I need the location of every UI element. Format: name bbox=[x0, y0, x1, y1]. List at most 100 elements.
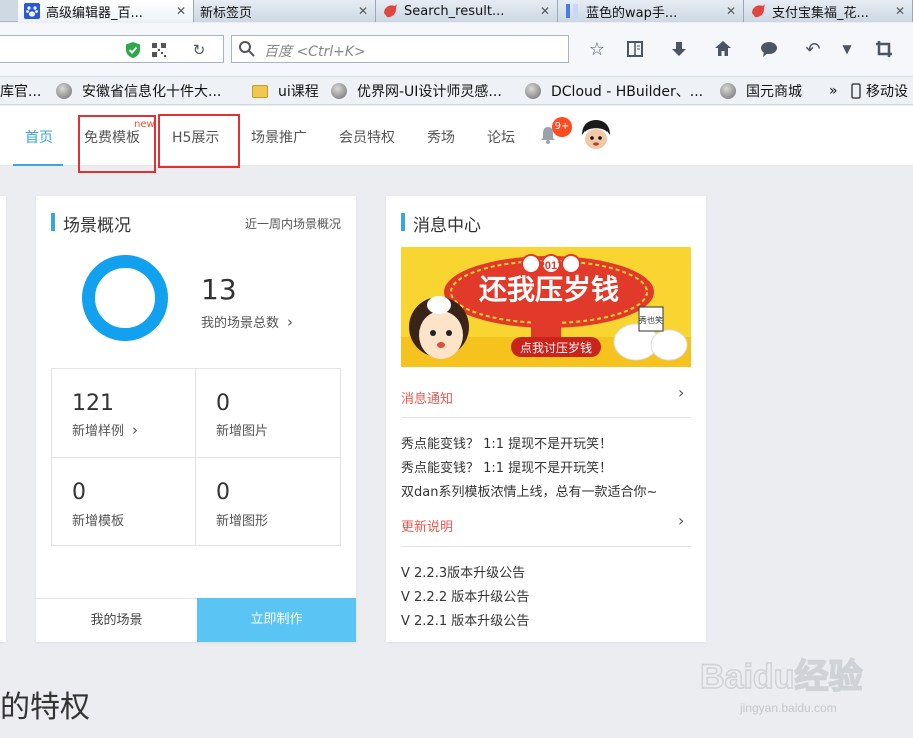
my-scenes-button[interactable]: 我的场景 bbox=[36, 598, 197, 642]
stat-value: 0 bbox=[216, 480, 230, 505]
dropdown-arrow-icon[interactable]: ▼ bbox=[835, 37, 859, 61]
bookmark-item[interactable]: 库官... bbox=[0, 81, 41, 101]
stat-value: 121 bbox=[72, 391, 114, 416]
bookmark-label: 安徽省信息化十件大... bbox=[82, 84, 222, 100]
overflow-chevron-icon: » bbox=[829, 83, 838, 99]
tab-title: 蓝色的wap手... bbox=[586, 5, 678, 21]
bookmarks-bar: 库官... 安徽省信息化十件大... ui课程 优界网-UI设计师灵感... D… bbox=[0, 77, 913, 105]
stat-label: 新增图形 bbox=[216, 514, 269, 529]
undo-icon[interactable]: ↶ bbox=[801, 37, 825, 61]
tab-close-icon[interactable]: ✕ bbox=[892, 4, 908, 18]
folder-icon bbox=[252, 84, 268, 98]
bookmark-item[interactable]: ui课程 bbox=[252, 81, 319, 101]
mobile-icon bbox=[851, 83, 861, 99]
bookmark-label: 优界网-UI设计师灵感... bbox=[357, 84, 502, 100]
search-input[interactable]: 百度 <Ctrl+K> bbox=[231, 35, 569, 63]
banner-tag: 秀也笑 bbox=[639, 315, 663, 325]
crop-icon[interactable] bbox=[872, 37, 896, 61]
browser-tab[interactable]: 支付宝集福_花... ✕ bbox=[744, 0, 913, 22]
tab-close-icon[interactable]: ✕ bbox=[173, 4, 189, 18]
browser-tab[interactable]: Search_result... ✕ bbox=[376, 0, 558, 22]
tab-title: 高级编辑器_百... bbox=[46, 5, 143, 21]
shield-check-icon[interactable] bbox=[124, 41, 142, 59]
total-scenes-link[interactable]: 我的场景总数 › bbox=[201, 312, 293, 331]
stat-label: 新增模板 bbox=[72, 514, 125, 529]
browser-tab[interactable]: 高级编辑器_百... ✕ bbox=[18, 0, 194, 22]
tab-close-icon[interactable]: ✕ bbox=[723, 4, 739, 18]
bookmark-item[interactable]: 安徽省信息化十件大... bbox=[56, 81, 221, 101]
globe-icon bbox=[56, 83, 72, 99]
divider bbox=[401, 417, 691, 418]
browser-tab[interactable]: 新标签页 ✕ bbox=[194, 0, 376, 22]
browser-tab[interactable]: 蓝色的wap手... ✕ bbox=[558, 0, 744, 22]
red-envelope-promo-image: 还我压岁钱 2017 点我讨压岁钱 秀也笑 bbox=[401, 247, 691, 367]
bookmark-overflow[interactable]: » bbox=[829, 81, 838, 101]
nav-scene-promotion[interactable]: 场景推广 bbox=[251, 127, 307, 147]
globe-icon bbox=[331, 83, 347, 99]
nav-home[interactable]: 首页 bbox=[25, 127, 53, 147]
stat-value: 0 bbox=[72, 480, 86, 505]
stat-label: 新增图片 bbox=[216, 424, 269, 439]
total-scenes-value: 13 bbox=[201, 273, 237, 306]
bookmark-label: DCloud - HBuilder、... bbox=[551, 84, 704, 100]
notice-item[interactable]: 秀点能变钱？ 1:1 提现不是开玩笑！ bbox=[401, 433, 612, 452]
star-icon[interactable]: ☆ bbox=[585, 37, 609, 61]
bookmark-label: 移动设 bbox=[866, 84, 908, 100]
scene-ring-chart bbox=[82, 255, 168, 341]
overview-title: 场景概况 bbox=[51, 211, 131, 236]
bookmark-label: 国元商城 bbox=[746, 84, 802, 100]
address-bar[interactable]: ↻ bbox=[0, 35, 224, 63]
chevron-right-icon[interactable]: › bbox=[678, 511, 684, 530]
qrcode-icon[interactable] bbox=[150, 41, 168, 59]
overview-subtitle: 近一周内场景概况 bbox=[245, 217, 342, 231]
create-now-button[interactable]: 立即制作 bbox=[197, 598, 356, 642]
bookmark-item[interactable]: 国元商城 bbox=[720, 81, 802, 101]
bookmark-label: 库官... bbox=[0, 84, 42, 100]
chevron-right-icon[interactable]: › bbox=[678, 383, 684, 402]
notice-header[interactable]: 消息通知 bbox=[401, 388, 453, 407]
chevron-right-icon: › bbox=[287, 313, 294, 331]
left-card-edge bbox=[0, 196, 6, 642]
watermark-brand: Baidu经验 bbox=[700, 657, 862, 696]
home-icon[interactable] bbox=[711, 37, 735, 61]
browser-toolbar: ↻ 百度 <Ctrl+K> ☆ ↶ ▼ bbox=[0, 23, 913, 77]
divider bbox=[52, 457, 340, 458]
baidu-jingyan-watermark: Baidu经验 jingyan.baidu.com bbox=[700, 656, 863, 715]
stat-label: 新增样例 bbox=[72, 424, 125, 439]
notification-badge: 9+ bbox=[552, 117, 572, 137]
nav-member-privileges[interactable]: 会员特权 bbox=[339, 127, 395, 147]
banner-headline: 还我压岁钱 bbox=[479, 274, 619, 305]
messages-title: 消息中心 bbox=[401, 211, 481, 236]
notice-item[interactable]: 秀点能变钱？ 1:1 提现不是开玩笑！ bbox=[401, 457, 612, 476]
stat-value: 0 bbox=[216, 391, 230, 416]
bookmark-item[interactable]: DCloud - HBuilder、... bbox=[525, 81, 703, 101]
tab-title: 新标签页 bbox=[200, 5, 253, 21]
notice-item[interactable]: 双dan系列模板浓情上线，总有一款适合你~ bbox=[401, 481, 657, 500]
highlight-box bbox=[78, 115, 156, 173]
avatar[interactable] bbox=[579, 118, 613, 152]
bookmark-item[interactable]: 优界网-UI设计师灵感... bbox=[331, 81, 502, 101]
update-header[interactable]: 更新说明 bbox=[401, 516, 453, 535]
update-item[interactable]: V 2.2.2 版本升级公告 bbox=[401, 586, 529, 605]
update-item[interactable]: V 2.2.3版本升级公告 bbox=[401, 562, 525, 581]
watermark-url: jingyan.baidu.com bbox=[739, 701, 837, 715]
search-placeholder: 百度 <Ctrl+K> bbox=[264, 44, 366, 60]
download-icon[interactable] bbox=[667, 37, 691, 61]
reading-list-icon[interactable] bbox=[623, 37, 647, 61]
red-bird-icon bbox=[382, 3, 398, 19]
highlight-box bbox=[158, 114, 240, 168]
privileges-heading: 的特权 bbox=[0, 690, 90, 725]
chevron-right-icon: › bbox=[132, 421, 139, 439]
bookmark-item[interactable]: 移动设 bbox=[851, 81, 908, 101]
tab-title: 支付宝集福_花... bbox=[772, 5, 869, 21]
nav-showcase[interactable]: 秀场 bbox=[427, 127, 455, 147]
stat-link[interactable]: 新增样例 › bbox=[72, 420, 138, 439]
promo-banner[interactable]: 还我压岁钱 2017 点我讨压岁钱 秀也笑 bbox=[401, 247, 691, 367]
bookmark-label: ui课程 bbox=[278, 84, 319, 100]
tab-close-icon[interactable]: ✕ bbox=[355, 4, 371, 18]
tab-close-icon[interactable]: ✕ bbox=[537, 4, 553, 18]
nav-forum[interactable]: 论坛 bbox=[487, 127, 515, 147]
chat-icon[interactable] bbox=[757, 37, 781, 61]
update-item[interactable]: V 2.2.1 版本升级公告 bbox=[401, 610, 529, 629]
refresh-icon[interactable]: ↻ bbox=[190, 41, 208, 59]
